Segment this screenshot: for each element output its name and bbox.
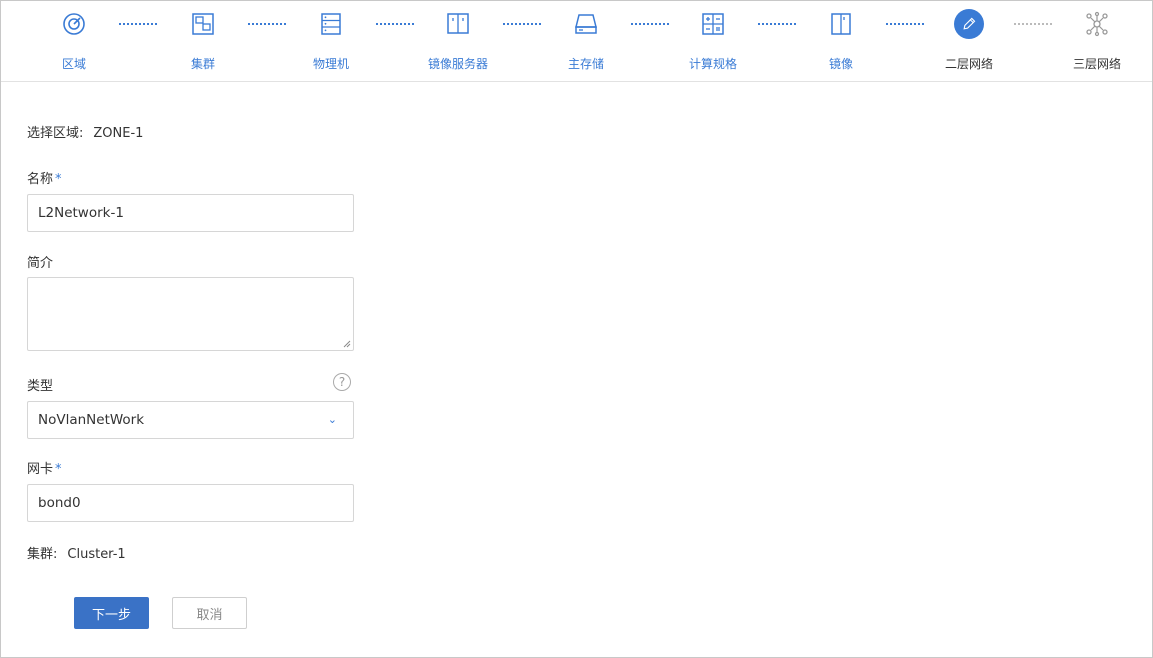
wizard-stepper: 区域 集群 物理机 镜像服务器 主存储 计算规格 镜像 二层网络 三层网络 [1,1,1152,82]
wizard-window: 区域 集群 物理机 镜像服务器 主存储 计算规格 镜像 二层网络 三层网络 选择… [0,0,1153,658]
step-label: 镜像 [828,57,853,71]
cluster-row: 集群: Cluster-1 [27,543,126,562]
step-primary-storage[interactable]: 主存储 [531,1,641,81]
cancel-button[interactable]: 取消 [172,597,247,629]
cluster-icon [188,9,218,39]
zone-icon [59,9,89,39]
cluster-label: 集群: [27,547,58,562]
type-select[interactable]: NoVlanNetWork ⌄ [27,401,354,439]
step-label: 镜像服务器 [427,57,488,71]
desc-label: 简介 [27,256,54,271]
chevron-down-icon: ⌄ [327,413,337,426]
cluster-value: Cluster-1 [67,547,126,562]
backup-storage-icon [443,9,473,39]
nic-input[interactable]: bond0 [27,484,354,522]
step-label: 区域 [61,57,86,71]
network-icon [1082,9,1112,39]
step-label: 三层网络 [1072,57,1121,71]
type-select-value: NoVlanNetWork [38,412,145,428]
nic-label: 网卡 * [27,458,62,477]
resize-handle-icon[interactable] [343,340,351,348]
step-label: 集群 [190,57,215,71]
nic-label-text: 网卡 [27,462,54,477]
step-label: 物理机 [312,57,349,71]
name-label: 名称 * [27,168,62,187]
step-label: 主存储 [567,57,604,71]
primary-storage-icon [571,9,601,39]
type-label: 类型 [27,379,54,394]
step-zone[interactable]: 区域 [19,1,129,81]
desc-textarea[interactable] [27,277,354,351]
zone-row: 选择区域: ZONE-1 [27,122,143,141]
step-l3-network[interactable]: 三层网络 [1042,1,1152,81]
pencil-icon [954,9,984,39]
host-icon [316,9,346,39]
zone-label: 选择区域: [27,126,84,141]
required-mark: * [55,462,62,477]
next-button[interactable]: 下一步 [74,597,149,629]
step-image[interactable]: 镜像 [786,1,896,81]
help-icon[interactable]: ? [333,373,351,391]
instance-offering-icon [698,9,728,39]
step-host[interactable]: 物理机 [276,1,386,81]
required-mark: * [55,172,62,187]
image-icon [826,9,856,39]
step-instance-offering[interactable]: 计算规格 [658,1,768,81]
step-cluster[interactable]: 集群 [148,1,258,81]
step-label: 二层网络 [944,57,993,71]
step-backup-storage[interactable]: 镜像服务器 [403,1,513,81]
zone-value: ZONE-1 [93,126,144,141]
step-l2-network[interactable]: 二层网络 [914,1,1024,81]
name-label-text: 名称 [27,172,54,187]
name-input[interactable]: L2Network-1 [27,194,354,232]
step-label: 计算规格 [688,57,737,71]
